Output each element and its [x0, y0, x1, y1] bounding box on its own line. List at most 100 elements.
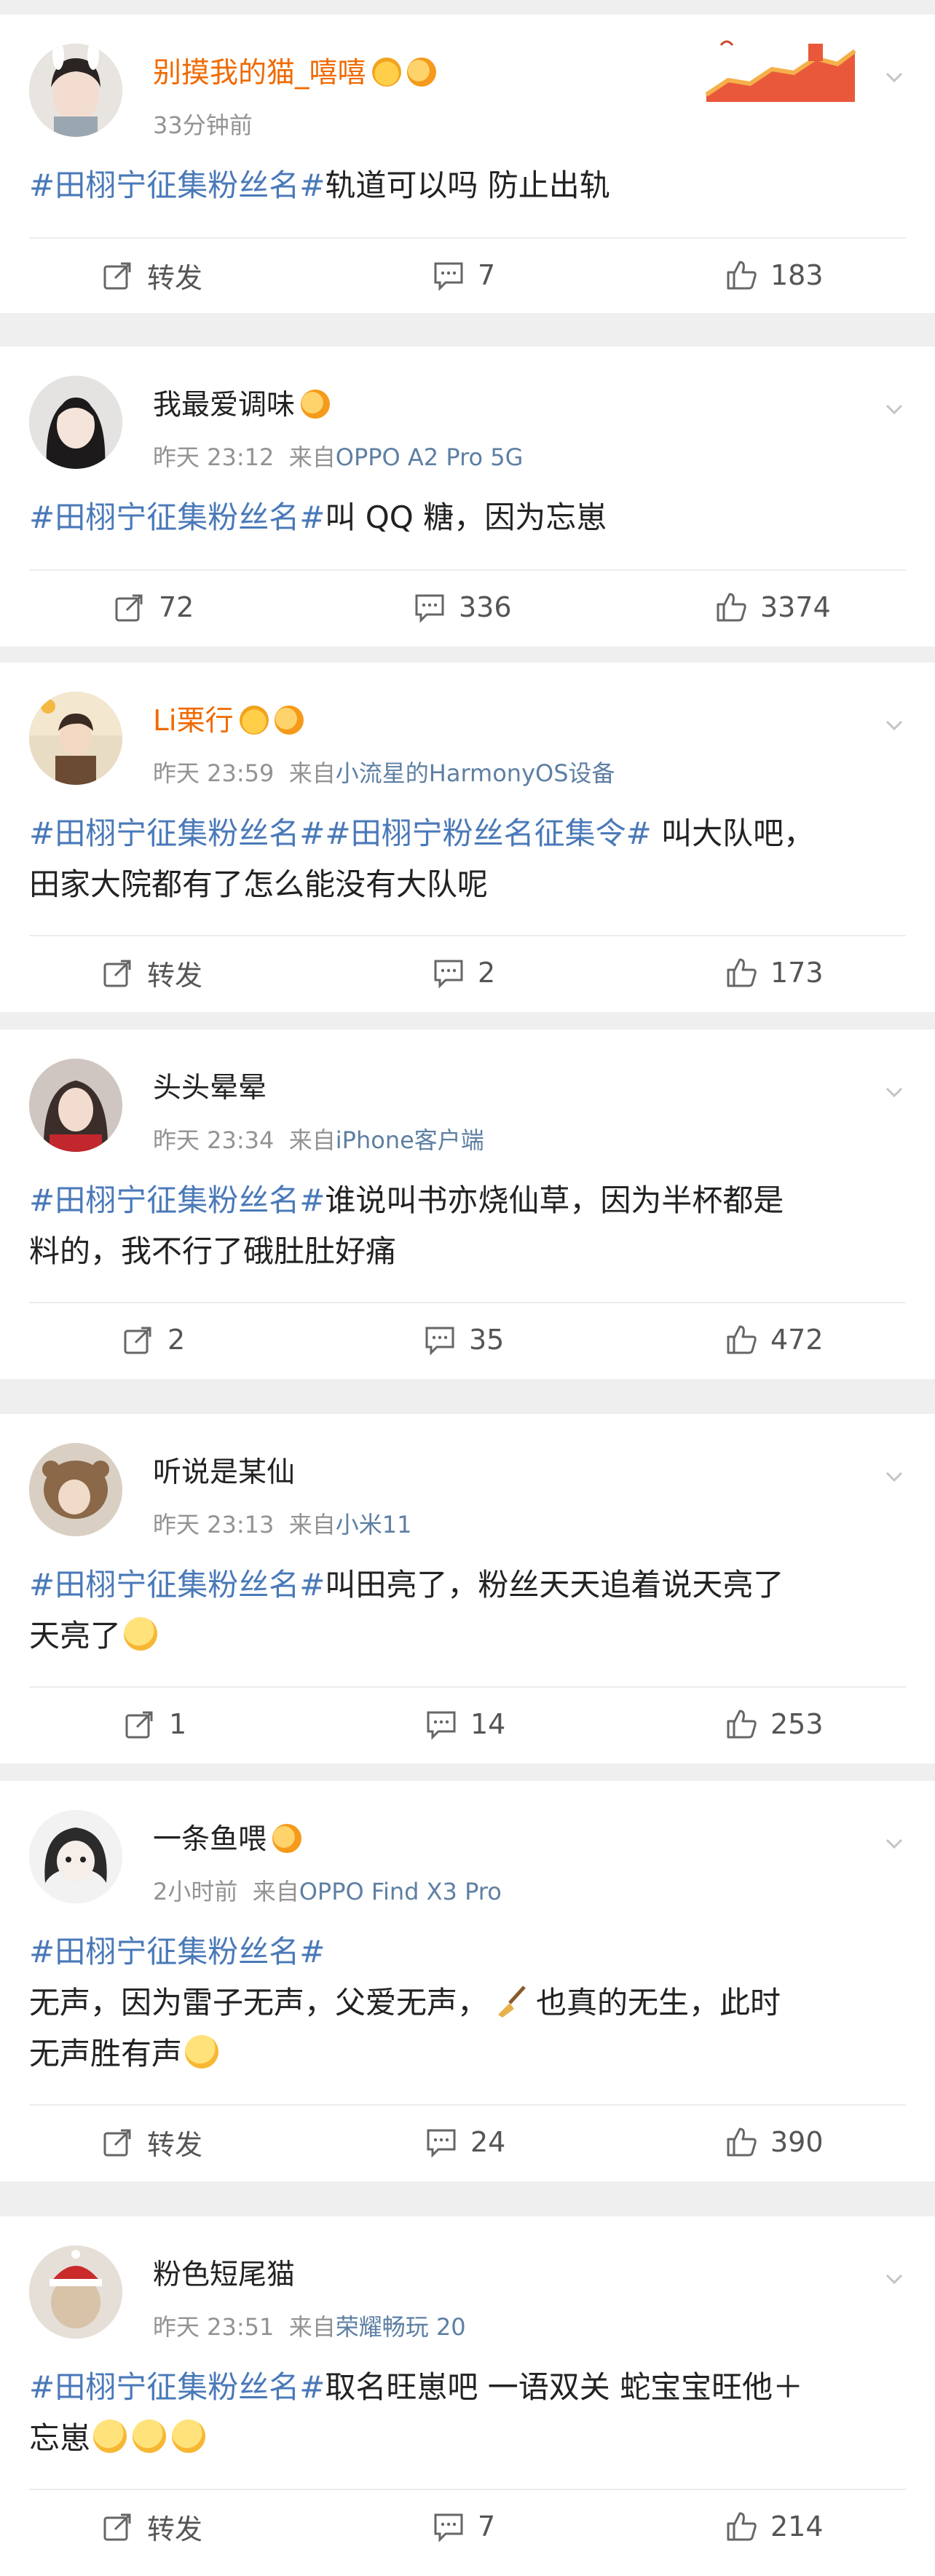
username[interactable]: Li栗行 — [153, 703, 304, 740]
username-text[interactable]: Li栗行 — [153, 705, 234, 738]
username[interactable]: 听说是某仙 — [153, 1454, 295, 1492]
avatar[interactable] — [29, 1059, 122, 1152]
action-bar: 1 14 253 — [0, 1688, 935, 1761]
content-text: 天亮了 — [29, 1618, 122, 1654]
like-button[interactable]: 253 — [725, 1688, 824, 1761]
share-count: 72 — [159, 591, 194, 623]
post-source[interactable]: iPhone客户端 — [336, 1126, 484, 1154]
content-line: #田栩宁征集粉丝名#叫 QQ 糖，因为忘崽 — [29, 492, 906, 543]
avatar[interactable] — [29, 44, 122, 137]
chevron-down-icon[interactable] — [883, 398, 906, 421]
comment-button[interactable]: 35 — [424, 1303, 504, 1376]
username-text[interactable]: 别摸我的猫_嘻嘻 — [153, 57, 366, 90]
chevron-down-icon[interactable] — [883, 1465, 906, 1488]
username-text[interactable]: 一条鱼喂 — [153, 1823, 267, 1856]
comment-button[interactable]: 7 — [433, 2490, 495, 2563]
username[interactable]: 头头晕晕 — [153, 1070, 267, 1107]
comment-icon — [434, 2513, 463, 2543]
post-content: #田栩宁征集粉丝名#谁说叫书亦烧仙草，因为半杯都是 料的，我不行了硪肚肚好痛 — [29, 1175, 906, 1277]
post-source[interactable]: 荣耀畅玩 20 — [336, 2313, 466, 2341]
comment-count: 2 — [478, 957, 496, 989]
action-bar: 转发 24 390 — [0, 2106, 935, 2178]
post-meta: 昨天 23:51 来自荣耀畅玩 20 — [153, 2311, 466, 2343]
comment-button[interactable]: 7 — [433, 239, 495, 312]
hashtag-link[interactable]: #田栩宁征集粉丝名# — [29, 1934, 325, 1969]
thumbs-up-icon — [727, 2512, 757, 2541]
post-source[interactable]: OPPO Find X3 Pro — [299, 1878, 502, 1905]
share-button[interactable]: 转发 — [102, 2106, 202, 2178]
content-text: 叫 QQ 糖，因为忘崽 — [325, 499, 607, 535]
post-time: 昨天 23:59 — [153, 759, 275, 787]
hashtag-link[interactable]: #田栩宁征集粉丝名# — [29, 1182, 325, 1218]
avatar[interactable] — [29, 376, 122, 469]
like-button[interactable]: 214 — [725, 2490, 824, 2563]
chevron-down-icon[interactable] — [883, 1832, 906, 1855]
hashtag-link[interactable]: #田栩宁征集粉丝名# — [29, 2369, 325, 2405]
username-text[interactable]: 头头晕晕 — [153, 1072, 267, 1105]
like-count: 183 — [770, 259, 824, 291]
username[interactable]: 别摸我的猫_嘻嘻 — [153, 55, 436, 92]
post-card: 我最爱调味 昨天 23:12 来自OPPO A2 Pro 5G #田栩宁征集粉丝… — [0, 347, 935, 647]
thumbs-up-icon — [727, 1325, 757, 1354]
vip-crown-icon — [371, 58, 401, 87]
chevron-down-icon[interactable] — [883, 714, 906, 737]
share-button[interactable]: 转发 — [102, 2490, 202, 2563]
hashtag-link[interactable]: #田栩宁征集粉丝名##田栩宁粉丝名征集令# — [29, 815, 652, 851]
post-source[interactable]: 小流星的HarmonyOS设备 — [336, 759, 615, 787]
like-button[interactable]: 390 — [725, 2106, 824, 2178]
like-button[interactable]: 173 — [725, 936, 824, 1009]
post-meta: 昨天 23:34 来自iPhone客户端 — [153, 1124, 484, 1156]
hashtag-link[interactable]: #田栩宁征集粉丝名# — [29, 1567, 325, 1603]
avatar[interactable] — [29, 692, 122, 785]
comment-button[interactable]: 24 — [425, 2106, 505, 2178]
content-text: 田家大院都有了怎么能没有大队呢 — [29, 866, 489, 902]
fish-badge-icon — [272, 1824, 302, 1853]
comment-button[interactable]: 2 — [433, 936, 495, 1009]
share-button[interactable]: 转发 — [102, 239, 202, 312]
thumbs-up-icon — [727, 958, 757, 987]
content-text: 无声，因为雷子无声，父爱无声， — [29, 1985, 489, 2020]
avatar[interactable] — [29, 1810, 122, 1903]
hashtag-link[interactable]: #田栩宁征集粉丝名# — [29, 167, 325, 203]
post-meta: 昨天 23:12 来自OPPO A2 Pro 5G — [153, 441, 523, 473]
username-text[interactable]: 听说是某仙 — [153, 1456, 295, 1489]
like-button[interactable]: 183 — [725, 239, 824, 312]
broom-emoji-icon — [498, 1986, 526, 2018]
username-text[interactable]: 粉色短尾猫 — [153, 2259, 295, 2291]
share-count: 转发 — [147, 261, 203, 294]
post-content: #田栩宁征集粉丝名##田栩宁粉丝名征集令# 叫大队吧， 田家大院都有了怎么能没有… — [29, 808, 906, 910]
username-text[interactable]: 我最爱调味 — [153, 389, 295, 422]
post-source[interactable]: OPPO A2 Pro 5G — [336, 443, 524, 471]
username[interactable]: 粉色短尾猫 — [153, 2256, 295, 2294]
username[interactable]: 我最爱调味 — [153, 387, 331, 424]
content-line: 田家大院都有了怎么能没有大队呢 — [29, 859, 906, 910]
content-line: #田栩宁征集粉丝名# — [29, 1927, 906, 1978]
comment-count: 24 — [470, 2126, 506, 2158]
like-button[interactable]: 3374 — [715, 571, 831, 644]
content-line: #田栩宁征集粉丝名#轨道可以吗 防止出轨 — [29, 160, 906, 211]
share-button[interactable]: 72 — [114, 571, 194, 644]
comment-button[interactable]: 336 — [414, 571, 512, 644]
post-card: Li栗行 昨天 23:59 来自小流星的HarmonyOS设备 #田栩宁征集粉丝… — [0, 663, 935, 1012]
content-text: 忘崽 — [29, 2420, 91, 2456]
avatar[interactable] — [29, 2245, 122, 2339]
chevron-down-icon[interactable] — [883, 1080, 906, 1104]
comment-button[interactable]: 14 — [425, 1688, 505, 1761]
comment-count: 336 — [459, 591, 512, 623]
hashtag-link[interactable]: #田栩宁征集粉丝名# — [29, 499, 325, 535]
post-source[interactable]: 小米11 — [336, 1511, 412, 1538]
fish-badge-icon — [301, 390, 331, 419]
chevron-down-icon[interactable] — [883, 2267, 906, 2291]
chevron-down-icon[interactable] — [883, 66, 906, 89]
content-text: 无声胜有声 — [29, 2036, 183, 2071]
post-card: 别摸我的猫_嘻嘻 33分钟前 #田栩宁征集粉丝名#轨道可以吗 防止出轨 转发 7… — [0, 15, 935, 313]
share-button[interactable]: 转发 — [102, 936, 202, 1009]
post-time: 2小时前 — [153, 1878, 238, 1905]
avatar[interactable] — [29, 1443, 122, 1536]
share-button[interactable]: 1 — [124, 1688, 186, 1761]
post-content: #田栩宁征集粉丝名#叫田亮了，粉丝天天追着说天亮了 天亮了 — [29, 1560, 906, 1662]
content-text: 谁说叫书亦烧仙草，因为半杯都是 — [325, 1182, 784, 1218]
share-button[interactable]: 2 — [122, 1303, 185, 1376]
username[interactable]: 一条鱼喂 — [153, 1821, 302, 1859]
like-button[interactable]: 472 — [725, 1303, 824, 1376]
